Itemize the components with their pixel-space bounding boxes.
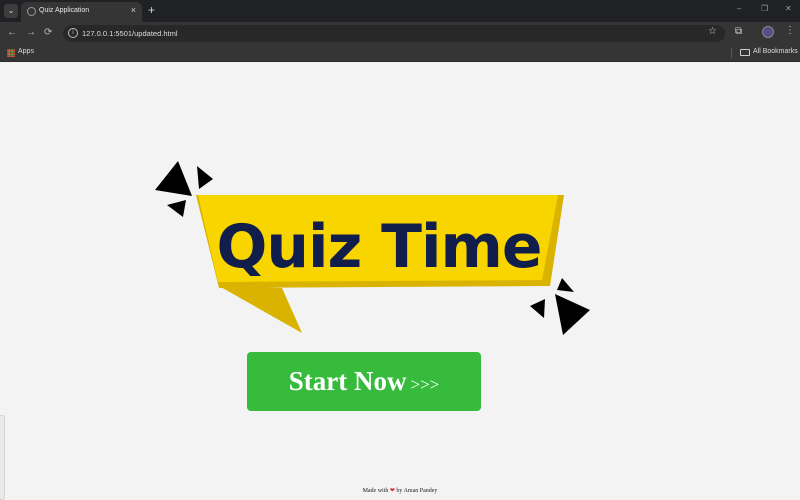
page-content: Quiz Time Start Now >>> Made with ❤ by Am… xyxy=(0,63,800,500)
back-icon[interactable]: ← xyxy=(7,26,17,40)
tab-quiz-application[interactable]: Quiz Application × xyxy=(21,2,142,22)
site-info-icon[interactable]: i xyxy=(68,28,78,38)
start-now-button[interactable]: Start Now >>> xyxy=(247,352,481,411)
restore-icon[interactable]: ❐ xyxy=(761,4,768,13)
tab-search-icon[interactable]: ⌄ xyxy=(4,4,18,18)
side-panel-handle[interactable] xyxy=(0,415,5,500)
sparkle-icon xyxy=(530,299,545,318)
sparkle-icon xyxy=(197,166,213,189)
banner-tail xyxy=(219,286,302,333)
tab-strip: ⌄ Quiz Application × + – ❐ ✕ xyxy=(0,0,800,22)
profile-avatar[interactable] xyxy=(762,26,774,38)
sparkle-icon xyxy=(167,200,186,217)
heart-icon: ❤ xyxy=(389,488,395,494)
bookmarks-bar: Apps All Bookmarks xyxy=(0,44,800,62)
start-button-label: Start Now xyxy=(288,366,407,396)
start-button-arrows: >>> xyxy=(410,375,440,394)
footer-prefix: Made with xyxy=(362,488,389,494)
folder-icon[interactable] xyxy=(740,49,750,56)
bookmark-star-icon[interactable]: ☆ xyxy=(708,26,717,37)
browser-menu-icon[interactable]: ⋮ xyxy=(785,25,795,36)
extensions-icon[interactable]: ⧉ xyxy=(735,26,742,37)
footer-suffix: by Aman Pandey xyxy=(396,488,438,494)
quiz-time-logo: Quiz Time xyxy=(155,161,590,335)
browser-toolbar: ← → ⟳ i 127.0.0.1:5501/updated.html ☆ xyxy=(0,22,800,44)
apps-bookmark[interactable]: Apps xyxy=(18,48,34,55)
hero-title: Quiz Time xyxy=(217,212,542,282)
forward-icon[interactable]: → xyxy=(26,26,36,40)
tab-title: Quiz Application xyxy=(39,7,90,14)
address-bar[interactable]: i 127.0.0.1:5501/updated.html ☆ xyxy=(63,25,725,42)
globe-icon xyxy=(27,7,36,16)
tab-close-icon[interactable]: × xyxy=(131,5,136,15)
all-bookmarks-link[interactable]: All Bookmarks xyxy=(753,48,798,55)
close-window-icon[interactable]: ✕ xyxy=(785,4,792,13)
reload-icon[interactable]: ⟳ xyxy=(44,26,52,40)
minimize-icon[interactable]: – xyxy=(737,4,741,13)
url-text[interactable]: 127.0.0.1:5501/updated.html xyxy=(82,29,178,38)
sparkle-icon xyxy=(557,278,574,292)
sparkle-icon xyxy=(555,294,590,335)
bookmarks-divider xyxy=(731,48,732,58)
sparkle-icon xyxy=(155,161,192,196)
footer-credit: Made with ❤ by Aman Pandey xyxy=(0,487,800,494)
new-tab-button[interactable]: + xyxy=(148,3,155,17)
apps-grid-icon[interactable] xyxy=(7,49,15,57)
